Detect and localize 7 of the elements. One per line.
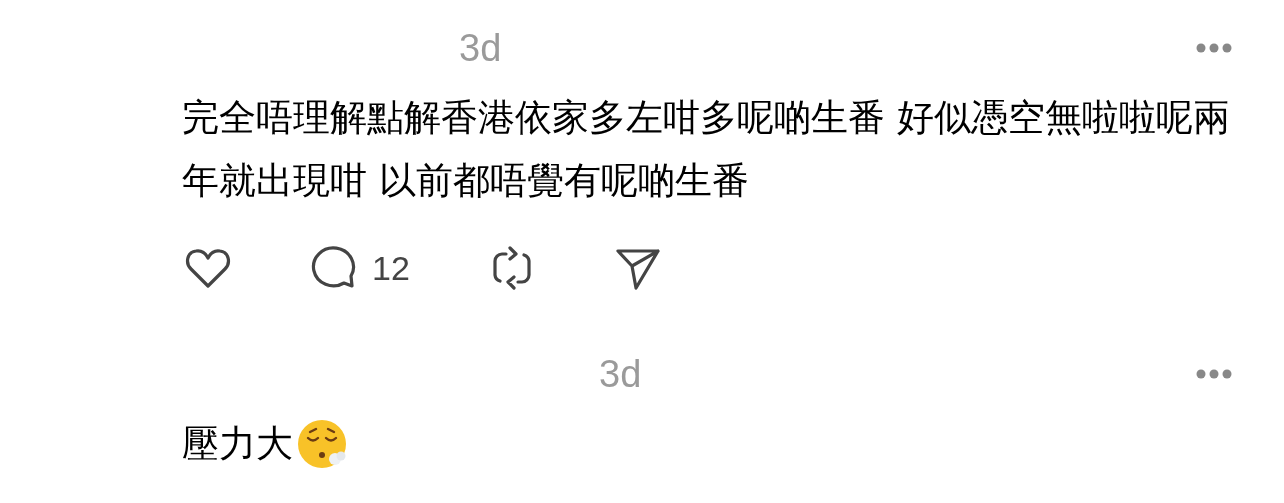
post-text: 完全唔理解點解香港依家多左咁多呢啲生番 好似憑空無啦啦呢兩年就出現咁 以前都唔覺有呢啲生番 <box>182 95 1231 204</box>
more-options-icon[interactable] <box>1196 369 1232 379</box>
more-options-icon[interactable] <box>1196 43 1232 53</box>
timestamp: 3d <box>599 352 642 396</box>
reply-count: 12 <box>372 248 410 288</box>
post-text: 壓力大 <box>182 421 293 467</box>
timestamp: 3d <box>459 26 502 70</box>
